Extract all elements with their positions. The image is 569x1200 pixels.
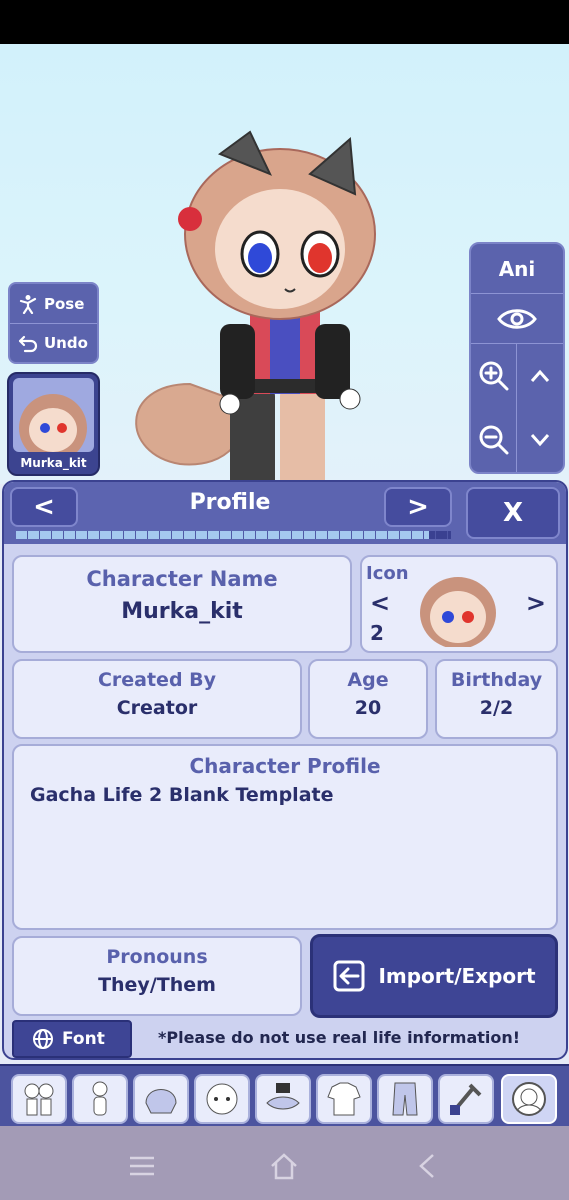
character-name-card[interactable]: Character Name Murka_kit [12,555,352,653]
undo-button[interactable]: Undo [10,323,97,362]
icon-prev-button[interactable]: < [370,589,390,617]
pose-label: Pose [44,294,85,313]
category-top[interactable] [316,1074,372,1124]
age-card[interactable]: Age 20 [308,659,428,739]
accessory-icon [266,1083,300,1110]
zoom-in-button[interactable] [471,344,517,408]
profile-icon [512,1082,546,1116]
system-nav-bar [0,1126,569,1200]
recent-apps-button[interactable] [122,1146,162,1186]
zoom-out-icon [479,425,508,455]
created-by-value: Creator [116,697,198,719]
zoom-in-icon [479,361,508,391]
preset-icon [24,1083,54,1116]
category-preset[interactable] [11,1074,67,1124]
profile-panel: < Profile > X Character Name Murka_kit I… [2,480,568,1060]
category-accessory[interactable] [255,1074,311,1124]
pronouns-value: They/Them [98,974,216,996]
body-icon [92,1081,108,1116]
ani-button[interactable]: Ani [471,244,563,294]
birthday-value: 2/2 [479,697,514,719]
back-button[interactable] [407,1146,447,1186]
category-profile[interactable] [501,1074,557,1124]
pose-panel: Pose Undo [8,282,99,364]
character-profile-label: Character Profile [189,754,381,778]
hair-icon [145,1089,177,1114]
character-preview[interactable] [120,84,380,484]
font-label: Font [62,1029,105,1049]
privacy-notice: *Please do not use real life information… [158,1028,521,1047]
globe-icon [33,1029,53,1049]
scroll-down-button[interactable] [517,408,563,472]
icon-label: Icon [366,563,409,584]
props-icon [450,1083,482,1115]
import-export-label: Import/Export [378,964,536,988]
icon-card: Icon < 2 > [360,555,558,653]
back-icon [419,1154,434,1178]
character-profile-card[interactable]: Character Profile Gacha Life 2 Blank Tem… [12,744,558,930]
category-body[interactable] [72,1074,128,1124]
scroll-up-button[interactable] [517,344,563,408]
icon-preview [414,563,502,649]
icon-number: 2 [370,621,384,645]
top-icon [327,1082,361,1116]
pronouns-label: Pronouns [106,946,208,968]
created-by-label: Created By [97,669,217,691]
category-face[interactable] [194,1074,250,1124]
profile-header: < Profile > X [4,482,566,544]
character-name-label: Character Name [86,567,278,591]
font-button[interactable]: Font [12,1020,132,1058]
animation-panel: Ani [469,242,565,474]
menu-icon [130,1156,154,1176]
import-export-button[interactable]: Import/Export [310,934,558,1018]
created-by-card[interactable]: Created By Creator [12,659,302,739]
pose-button[interactable]: Pose [10,284,97,323]
chevron-up-icon [530,369,550,382]
character-avatar [13,378,94,462]
character-slot-name: Murka_kit [20,456,87,470]
category-bottom[interactable] [377,1074,433,1124]
pronouns-card[interactable]: Pronouns They/Them [12,936,302,1016]
character-name-value: Murka_kit [121,599,243,624]
age-value: 20 [354,697,382,719]
undo-icon [18,335,38,353]
status-bar [0,0,569,44]
chevron-down-icon [530,434,550,447]
face-icon [206,1083,238,1115]
category-props[interactable] [438,1074,494,1124]
category-bar [0,1064,569,1126]
home-button[interactable] [264,1146,304,1186]
category-hair[interactable] [133,1074,189,1124]
pose-icon [19,294,37,314]
birthday-card[interactable]: Birthday 2/2 [435,659,558,739]
character-slot[interactable]: Murka_kit [7,372,100,476]
birthday-label: Birthday [450,669,543,691]
import-icon [333,960,365,992]
close-button[interactable]: X [466,487,560,539]
eye-icon [497,308,537,329]
panel-title: Profile [189,490,271,515]
character-profile-text: Gacha Life 2 Blank Template [30,784,334,806]
next-tab-button[interactable]: > [384,487,452,527]
zoom-out-button[interactable] [471,408,517,472]
icon-next-button[interactable]: > [526,589,546,617]
age-label: Age [347,669,389,691]
previous-tab-button[interactable]: < [10,487,78,527]
bottom-icon [392,1082,418,1116]
undo-label: Undo [44,334,88,352]
home-icon [271,1153,297,1180]
progress-bar [16,531,451,539]
visibility-toggle[interactable] [471,294,563,344]
